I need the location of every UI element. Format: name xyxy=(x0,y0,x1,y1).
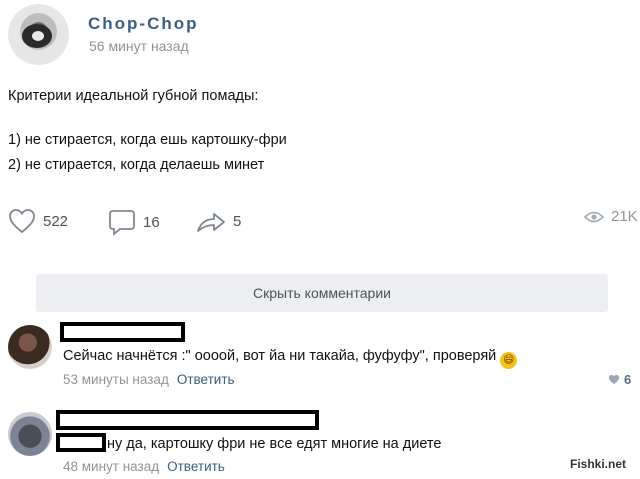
comment-text: ну да, картошку фри не все едят многие н… xyxy=(107,436,442,452)
redacted-author-name xyxy=(60,322,185,342)
views-indicator: 21K xyxy=(584,208,638,225)
comment-like-button[interactable]: 6 xyxy=(608,372,631,387)
post-timestamp[interactable]: 56 минут назад xyxy=(89,38,189,54)
hide-comments-label: Скрыть комментарии xyxy=(253,285,391,301)
site-watermark: Fishki.net xyxy=(570,457,627,471)
author-avatar[interactable] xyxy=(8,4,69,65)
reply-link[interactable]: Ответить xyxy=(167,459,225,474)
hide-comments-button[interactable]: Скрыть комментарии xyxy=(36,274,608,312)
redacted-reply-mention xyxy=(56,433,106,452)
comment-bubble-icon xyxy=(109,210,135,236)
like-count: 522 xyxy=(43,212,69,230)
comment-like-count: 6 xyxy=(624,372,632,387)
eye-icon xyxy=(584,211,604,222)
comment-timestamp[interactable]: 48 минут назад xyxy=(63,459,159,474)
comment-meta: 48 минут назад Ответить xyxy=(63,459,225,474)
comment-text: Сейчас начнётся :" оооой, вот йа ни така… xyxy=(63,348,518,369)
comment-button[interactable]: 16 xyxy=(108,208,160,236)
comment-author-avatar[interactable] xyxy=(8,412,52,456)
heart-icon xyxy=(9,209,35,234)
view-count: 21K xyxy=(611,208,638,225)
share-count: 5 xyxy=(233,212,242,230)
reply-link[interactable]: Ответить xyxy=(177,372,235,387)
redacted-author-name xyxy=(56,410,319,430)
share-arrow-icon xyxy=(197,213,225,232)
comment-count: 16 xyxy=(143,213,160,231)
comment-meta: 53 минуты назад Ответить xyxy=(63,372,235,387)
comment-author-avatar[interactable] xyxy=(8,325,52,369)
like-button[interactable]: 522 xyxy=(8,208,68,234)
post-author-name[interactable]: Chop-Chop xyxy=(88,14,199,34)
comment-timestamp[interactable]: 53 минуты назад xyxy=(63,372,169,387)
post-text-line-2: 1) не стирается, когда ешь картошку-фри xyxy=(8,132,287,148)
grinning-emoji-icon: 😄 xyxy=(500,352,518,369)
comment-text-body: Сейчас начнётся :" оооой, вот йа ни така… xyxy=(63,348,497,364)
heart-filled-icon xyxy=(608,374,620,385)
post-text-line-1: Критерии идеальной губной помады: xyxy=(8,88,259,104)
share-button[interactable]: 5 xyxy=(196,208,241,234)
post-text-line-3: 2) не стирается, когда делаешь минет xyxy=(8,157,265,173)
avatar-image-highlight xyxy=(32,31,44,41)
